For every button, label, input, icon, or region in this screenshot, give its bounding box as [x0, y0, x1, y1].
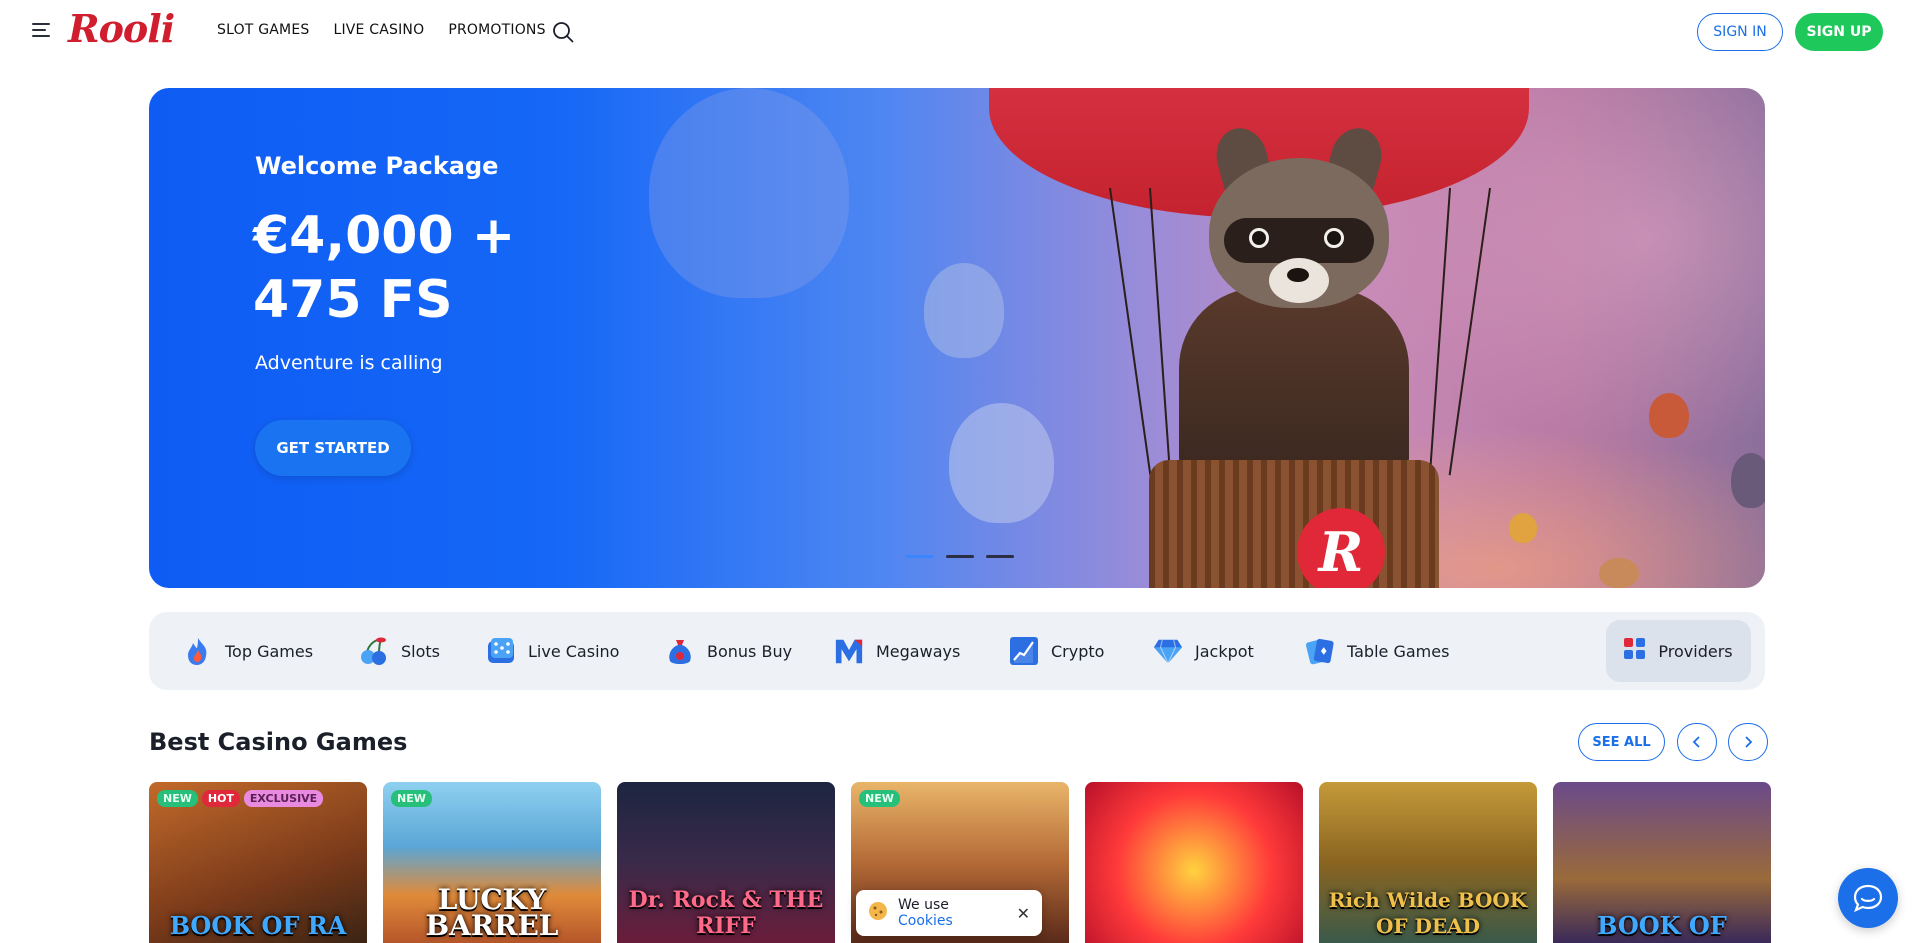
hero-subtitle: Adventure is calling: [255, 352, 443, 374]
game-tile-jester[interactable]: [1085, 782, 1303, 943]
next-button[interactable]: [1728, 723, 1768, 761]
menu-icon[interactable]: [32, 22, 52, 38]
game-tile-dr-rock[interactable]: Dr. Rock & THE RIFF: [617, 782, 835, 943]
category-label: Top Games: [225, 641, 314, 661]
background-balloon: [649, 88, 849, 298]
cards-icon: [1305, 636, 1335, 666]
crypto-chart-icon: [1009, 636, 1039, 666]
main-nav: SLOT GAMES LIVE CASINO PROMOTIONS: [217, 22, 546, 38]
game-tile-book-of[interactable]: BOOK OF: [1553, 782, 1771, 943]
cherry-icon: [359, 636, 389, 666]
chat-icon: [1853, 884, 1883, 912]
category-label: Crypto: [1051, 641, 1105, 661]
megaways-icon: [834, 636, 864, 666]
game-title: LUCKY BARREL: [425, 883, 559, 942]
carousel-dot-3[interactable]: [986, 555, 1014, 558]
category-table-games[interactable]: Table Games: [1305, 632, 1449, 670]
new-badge: NEW: [859, 790, 900, 807]
balloon-basket: [1149, 460, 1439, 588]
game-title: BOOK OF RA: [169, 911, 347, 940]
category-jackpot[interactable]: Jackpot: [1153, 632, 1254, 670]
category-top-games[interactable]: Top Games: [183, 632, 313, 670]
game-title: BOOK OF: [1597, 911, 1727, 940]
carousel-dot-2[interactable]: [946, 555, 974, 558]
diamond-icon: [1153, 636, 1183, 666]
chevron-right-icon: [1745, 736, 1753, 748]
game-title: Dr. Rock & THE RIFF: [628, 887, 824, 939]
providers-button[interactable]: Providers: [1606, 620, 1751, 682]
category-label: Slots: [401, 641, 440, 661]
category-label: Live Casino: [528, 641, 620, 661]
exclusive-badge: EXCLUSIVE: [243, 790, 324, 807]
background-balloon: [924, 263, 1004, 358]
hot-badge: HOT: [201, 790, 240, 807]
get-started-button[interactable]: GET STARTED: [255, 420, 411, 476]
category-bar: Top Games Slots Live Casino Bonus Buy Me…: [149, 612, 1765, 690]
raccoon-eye: [1249, 228, 1269, 248]
dice-icon: [486, 636, 516, 666]
carousel-dots: [906, 555, 1014, 558]
hero-banner[interactable]: R Welcome Package €4,000 + 475 FS Advent…: [149, 88, 1765, 588]
providers-label: Providers: [1658, 641, 1733, 661]
badge-group: NEW HOT EXCLUSIVE: [157, 790, 324, 807]
section-title: Best Casino Games: [149, 728, 408, 756]
nav-slot-games[interactable]: SLOT GAMES: [217, 22, 309, 38]
badge-group: NEW: [859, 790, 900, 807]
chevron-left-icon: [1692, 736, 1700, 748]
search-icon[interactable]: [551, 20, 575, 44]
nav-promotions[interactable]: PROMOTIONS: [448, 22, 545, 38]
cookie-icon: [868, 901, 888, 925]
game-title: Rich Wilde BOOK OF DEAD: [1328, 888, 1528, 938]
game-tile-book-of-ra[interactable]: NEW HOT EXCLUSIVE BOOK OF RA: [149, 782, 367, 943]
category-label: Megaways: [876, 641, 961, 661]
rooli-r-badge: R: [1297, 508, 1385, 588]
background-balloon: [1599, 558, 1639, 588]
category-bonus-buy[interactable]: Bonus Buy: [665, 632, 792, 670]
category-label: Bonus Buy: [707, 641, 793, 661]
raccoon-mask: [1224, 218, 1374, 263]
game-tile-book-of-dead[interactable]: Rich Wilde BOOK OF DEAD: [1319, 782, 1537, 943]
prev-button[interactable]: [1677, 723, 1717, 761]
see-all-button[interactable]: SEE ALL: [1578, 723, 1665, 761]
category-label: Table Games: [1347, 641, 1450, 661]
carousel-dot-1[interactable]: [906, 555, 934, 558]
category-slots[interactable]: Slots: [359, 632, 440, 670]
raccoon-body: [1179, 288, 1409, 478]
category-megaways[interactable]: Megaways: [834, 632, 960, 670]
category-crypto[interactable]: Crypto: [1009, 632, 1104, 670]
background-balloon: [949, 403, 1054, 523]
category-label: Jackpot: [1195, 641, 1254, 661]
background-balloon: [1731, 453, 1765, 508]
hero-title: Welcome Package: [255, 152, 499, 180]
background-balloon: [1649, 393, 1689, 438]
cookie-banner: We use Cookies ✕: [856, 890, 1042, 936]
new-badge: NEW: [157, 790, 198, 807]
category-live-casino[interactable]: Live Casino: [486, 632, 619, 670]
hero-amount: €4,000 + 475 FS: [253, 206, 516, 330]
raccoon-nose: [1287, 268, 1309, 282]
sign-in-button[interactable]: SIGN IN: [1697, 13, 1783, 51]
close-icon[interactable]: ✕: [1017, 904, 1030, 923]
nav-live-casino[interactable]: LIVE CASINO: [333, 22, 424, 38]
raccoon-eye: [1324, 228, 1344, 248]
game-tile-lucky-barrel[interactable]: NEW LUCKY BARREL: [383, 782, 601, 943]
cookie-text: We use Cookies: [898, 897, 1007, 929]
background-balloon: [1509, 513, 1537, 543]
badge-group: NEW: [391, 790, 432, 807]
logo[interactable]: Rooli: [68, 6, 175, 51]
new-badge: NEW: [391, 790, 432, 807]
fire-icon: [183, 636, 213, 666]
sign-up-button[interactable]: SIGN UP: [1795, 13, 1883, 51]
providers-icon: [1624, 638, 1646, 664]
chat-button[interactable]: [1838, 868, 1898, 928]
cookies-link[interactable]: Cookies: [898, 913, 953, 929]
site-header: Rooli SLOT GAMES LIVE CASINO PROMOTIONS …: [0, 0, 1912, 64]
cookie-message: We use: [898, 897, 949, 913]
money-bag-icon: [665, 636, 695, 666]
